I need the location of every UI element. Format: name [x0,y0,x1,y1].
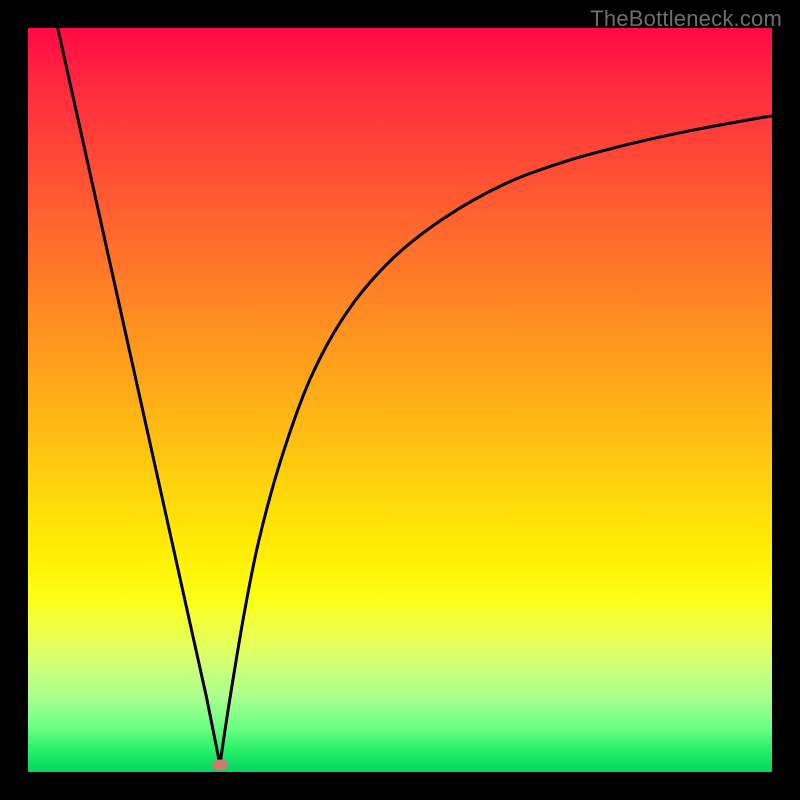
chart-frame: TheBottleneck.com [0,0,800,800]
curve-layer [28,28,772,772]
plot-area [28,28,772,772]
curve-right-branch [220,116,772,765]
minimum-marker [212,759,228,770]
curve-left-branch [58,28,220,765]
